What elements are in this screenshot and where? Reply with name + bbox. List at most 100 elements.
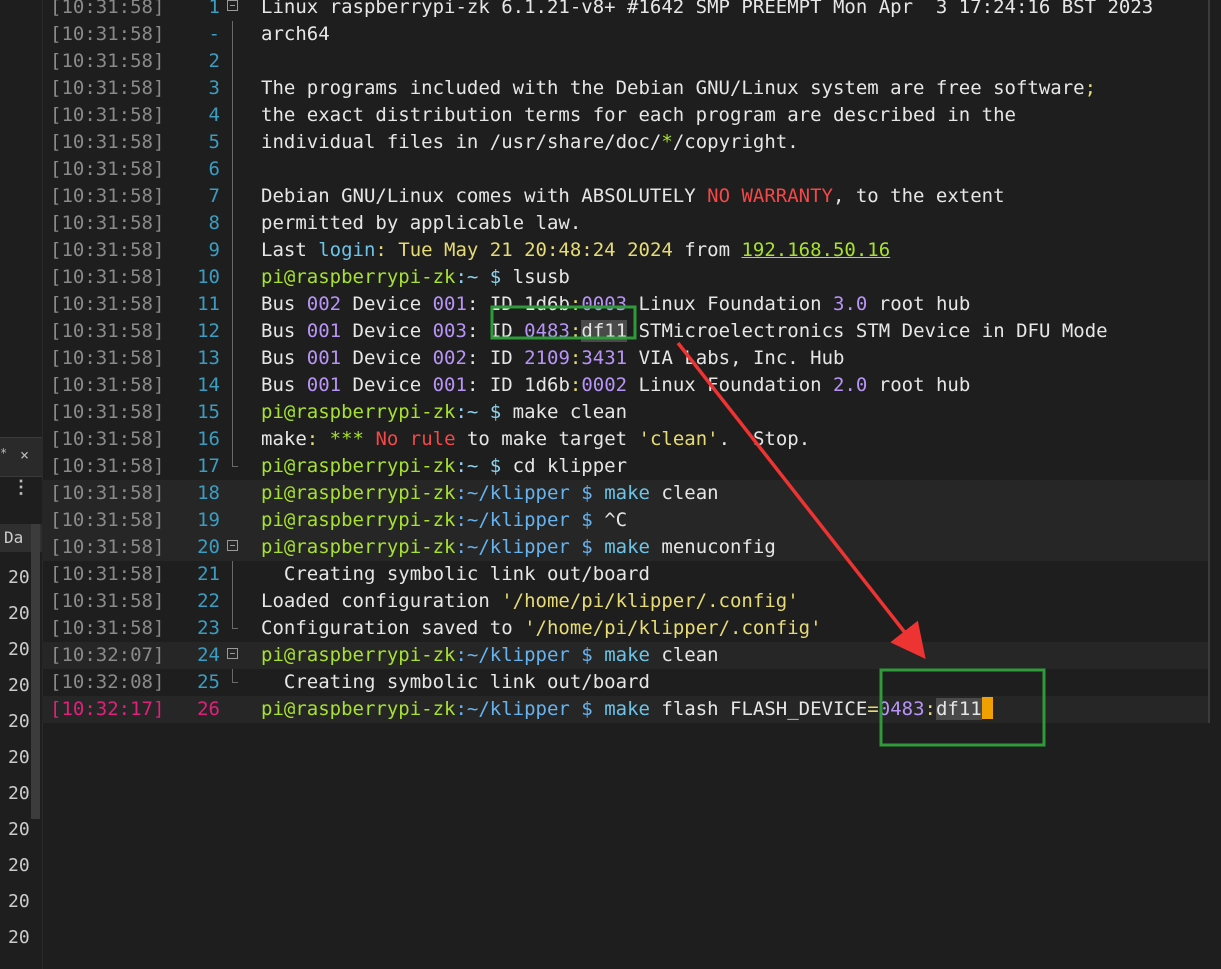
scrollbar-track: [1208, 183, 1210, 210]
close-icon[interactable]: ×: [20, 446, 29, 464]
fold-guide: [226, 669, 240, 696]
line-text: Debian GNU/Linux comes with ABSOLUTELY N…: [261, 183, 1005, 210]
scrollbar-track: [1208, 669, 1210, 696]
line-timestamp: [10:31:58]: [50, 77, 165, 99]
fold-toggle-icon[interactable]: [226, 534, 240, 561]
text-segment: : ID: [466, 347, 525, 369]
text-segment: Creating symbolic link out/board: [261, 671, 650, 693]
text-segment: :~ $: [455, 401, 513, 423]
text-segment: 2.0: [833, 374, 868, 396]
panel-scrollbar[interactable]: [31, 524, 40, 819]
text-segment: pi@raspberrypi-zk: [261, 644, 456, 666]
scrollbar-track: [1208, 210, 1210, 237]
text-segment: Device: [341, 320, 433, 342]
column-values: 20 20 20 20 20 20 20 20 20 20 20: [8, 560, 30, 956]
line-number: 17: [197, 455, 220, 477]
text-segment: Bus: [261, 374, 307, 396]
text-segment: :: [466, 320, 490, 342]
scrollbar-track: [1208, 426, 1210, 453]
line-text: Configuration saved to '/home/pi/klipper…: [261, 615, 822, 642]
column-cell[interactable]: 20: [8, 920, 30, 956]
column-cell[interactable]: 20: [8, 848, 30, 884]
column-cell[interactable]: 20: [8, 812, 30, 848]
text-segment: df11: [935, 698, 982, 720]
line-text: Creating symbolic link out/board: [261, 561, 650, 588]
text-segment: Device: [341, 293, 433, 315]
terminal-line: [10:31:58] 6: [42, 156, 1210, 183]
text-segment: login: [318, 239, 376, 261]
terminal-line: [10:31:58] 12 Bus 001 Device 003: ID 0483:…: [42, 318, 1210, 345]
terminal-line: [10:31:58] 11 Bus 002 Device 001: ID 1d6b:…: [42, 291, 1210, 318]
line-timestamp: [10:31:58]: [50, 104, 165, 126]
column-cell[interactable]: 20: [8, 740, 30, 776]
text-segment: :~/klipper $: [455, 509, 605, 531]
text-segment: 0002: [581, 374, 628, 396]
column-cell[interactable]: 20: [8, 884, 30, 920]
line-timestamp: [10:31:58]: [50, 347, 165, 369]
terminal-line: [10:31:58] 1 Linux raspberrypi-zk 6.1.21-v…: [42, 0, 1210, 21]
text-segment: menuconfig: [649, 536, 776, 558]
text-segment: pi@raspberrypi-zk: [261, 509, 456, 531]
left-side-panel: * × ⋮ Da 20 20 20 20 20 20 20 20 20 20 20: [0, 0, 43, 969]
text-segment: pi@raspberrypi-zk: [261, 482, 456, 504]
text-segment: . Stop.: [718, 428, 811, 450]
column-cell[interactable]: 20: [8, 560, 30, 596]
line-number: 14: [197, 374, 220, 396]
fold-toggle-icon[interactable]: [226, 0, 240, 21]
terminal-line: [10:31:58] 14 Bus 001 Device 001: ID 1d6b:…: [42, 372, 1210, 399]
fold-guide: [226, 345, 240, 372]
text-segment: No rule: [375, 428, 456, 450]
text-segment: :~ $: [455, 455, 513, 477]
line-text: pi@raspberrypi-zk:~/klipper $ make flash…: [261, 696, 993, 723]
text-segment: ;: [1084, 77, 1097, 99]
line-text: Bus 001 Device 001: ID 1d6b:0002 Linux F…: [261, 372, 970, 399]
text-segment: clean: [649, 482, 719, 504]
text-segment: *: [661, 131, 673, 153]
terminal-line: [10:31:58] 17 pi@raspberrypi-zk:~ $ cd kli…: [42, 453, 1210, 480]
column-cell[interactable]: 20: [8, 776, 30, 812]
column-cell[interactable]: 20: [8, 632, 30, 668]
terminal-line: [10:31:58] 20 pi@raspberrypi-zk:~/klipper …: [42, 534, 1210, 561]
session-tab[interactable]: * ×: [0, 437, 42, 477]
line-timestamp: [10:31:58]: [50, 0, 165, 18]
line-number: 10: [197, 266, 220, 288]
text-segment: pi@raspberrypi-zk: [261, 698, 456, 720]
fold-guide: [226, 318, 240, 345]
menu-dots-icon[interactable]: ⋮: [12, 479, 30, 497]
line-text: Loaded configuration '/home/pi/klipper/.…: [261, 588, 799, 615]
text-segment: the exact distribution terms for each pr…: [261, 104, 1016, 126]
fold-guide: [226, 372, 240, 399]
terminal-output[interactable]: [10:31:58] 1 Linux raspberrypi-zk 6.1.21-v…: [42, 0, 1221, 969]
terminal-line: [10:31:58] 9 Last login: Tue May 21 20:48:…: [42, 237, 1210, 264]
column-cell[interactable]: 20: [8, 668, 30, 704]
line-text: Creating symbolic link out/board: [261, 669, 650, 696]
terminal-line: [10:31:58] 23 Configuration saved to '/hom…: [42, 615, 1210, 642]
text-segment: :~/klipper $: [455, 698, 605, 720]
text-segment: '/home/pi/klipper/.config': [524, 617, 822, 639]
line-number: 21: [197, 563, 220, 585]
column-cell[interactable]: 20: [8, 596, 30, 632]
terminal-line: [10:31:58] 16 make: *** No rule to make ta…: [42, 426, 1210, 453]
text-segment: 001: [432, 293, 467, 315]
text-segment: =: [867, 698, 879, 720]
text-segment: permitted by applicable law.: [261, 212, 582, 234]
text-cursor: [981, 697, 993, 719]
column-cell[interactable]: 20: [8, 704, 30, 740]
line-timestamp: [10:32:07]: [50, 644, 165, 666]
text-segment: 0003: [581, 293, 628, 315]
text-segment: 0483: [524, 320, 570, 342]
scrollbar-track: [1208, 345, 1210, 372]
terminal-line: [10:31:58] 8 permitted by applicable law.: [42, 210, 1210, 237]
text-segment: 003: [432, 320, 467, 342]
scrollbar-track: [1208, 399, 1210, 426]
text-segment: '/home/pi/klipper/.config': [501, 590, 799, 612]
line-number: 9: [208, 239, 220, 261]
scrollbar-track: [1208, 129, 1210, 156]
line-timestamp: [10:31:58]: [50, 293, 165, 315]
line-number: -: [208, 23, 220, 45]
line-timestamp: [10:31:58]: [50, 563, 165, 585]
line-timestamp: [10:31:58]: [50, 239, 165, 261]
fold-toggle-icon[interactable]: [226, 642, 240, 669]
scrollbar-track: [1208, 291, 1210, 318]
text-segment: 3431: [581, 347, 628, 369]
